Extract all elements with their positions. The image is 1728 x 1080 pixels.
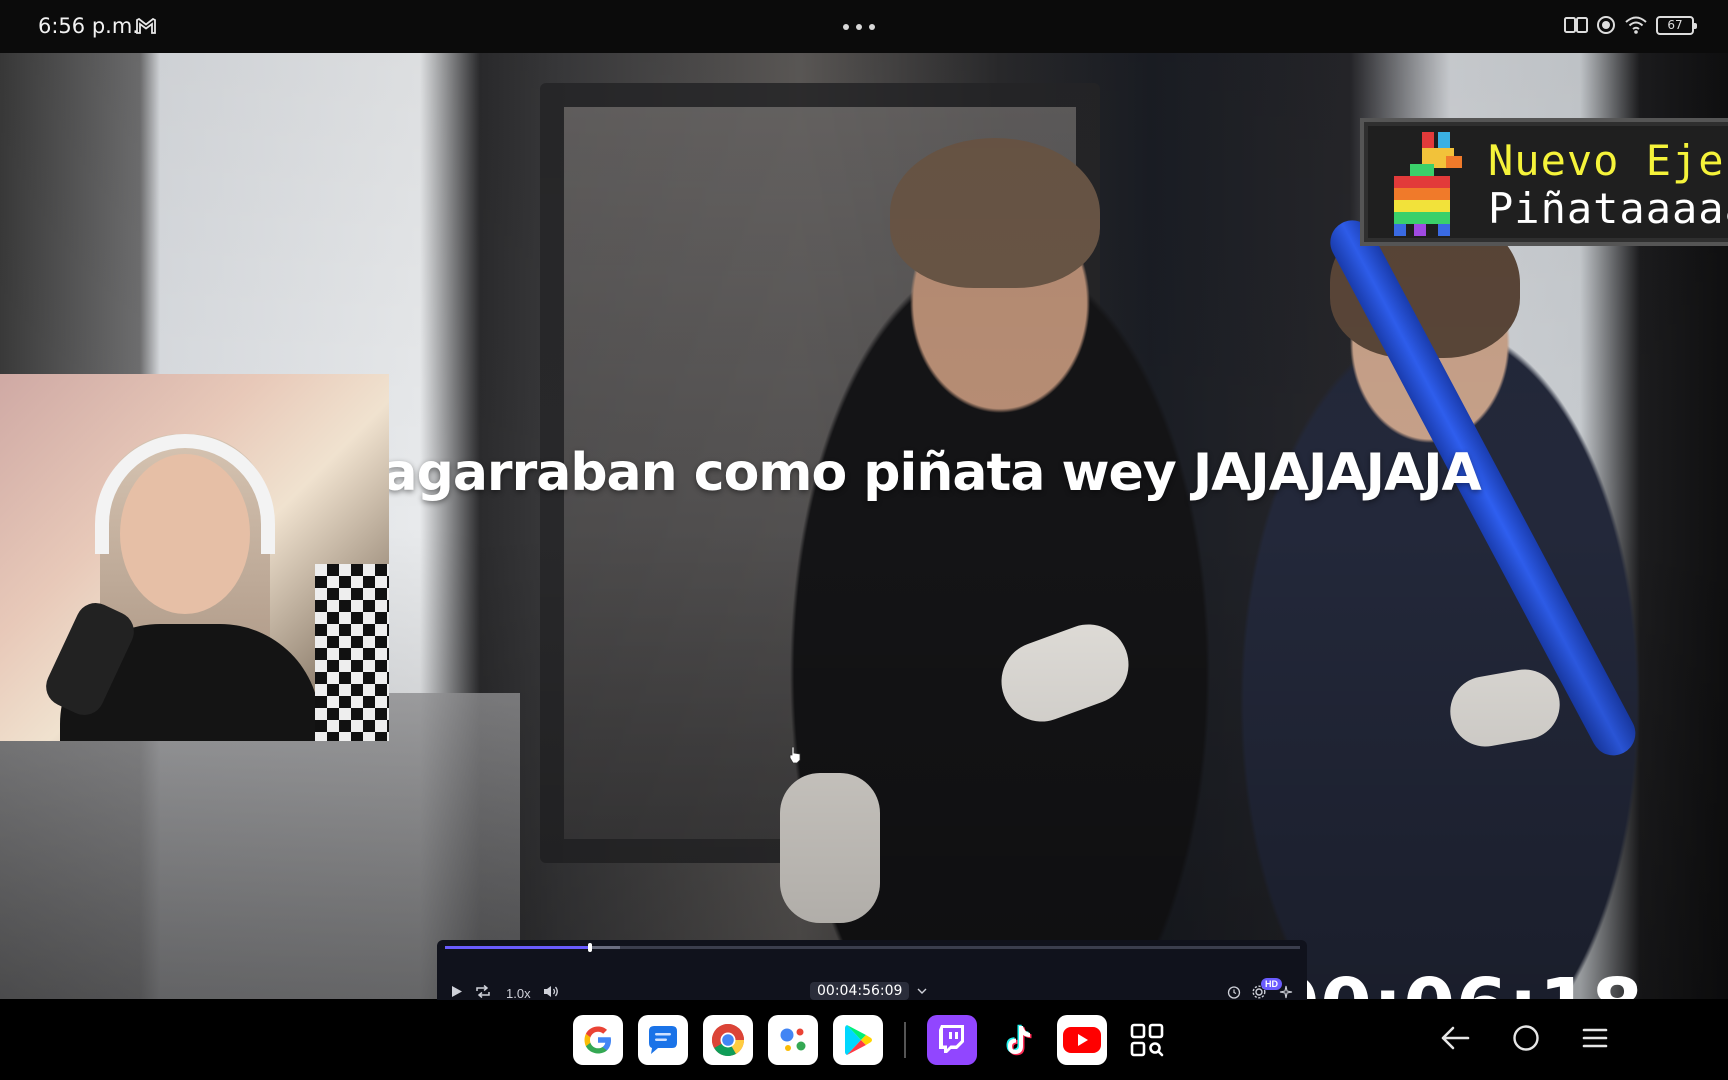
assistant-icon <box>780 1028 806 1051</box>
battery-icon: 67 <box>1656 15 1697 35</box>
achievement-toast: Nuevo Ejer Piñataaaaaa <box>1360 118 1728 246</box>
achievement-title: Nuevo Ejer <box>1488 136 1728 185</box>
app-dock <box>573 1015 1172 1065</box>
youtube-icon <box>1063 1027 1101 1053</box>
battery-level: 67 <box>1667 17 1683 32</box>
status-icons: 67 <box>1564 15 1697 35</box>
tiktok-icon <box>1006 1024 1032 1056</box>
back-arrow-icon[interactable] <box>1440 1025 1470 1051</box>
streamer-webcam <box>0 374 389 741</box>
record-icon <box>1597 16 1615 34</box>
home-circle-icon[interactable] <box>1512 1024 1540 1052</box>
status-time: 6:56 p.m. <box>38 14 139 38</box>
volume-icon[interactable] <box>543 985 559 998</box>
chrome-app[interactable] <box>703 1015 753 1065</box>
google-app[interactable] <box>573 1015 623 1065</box>
qr-scanner-icon <box>1130 1023 1164 1057</box>
more-options-dots[interactable] <box>843 24 875 30</box>
recent-apps-menu-icon[interactable] <box>1582 1027 1608 1049</box>
current-time[interactable]: 00:04:56:09 <box>810 982 910 1000</box>
video-player[interactable]: La agarraban como piñata wey JAJAJAJAJA … <box>0 53 1728 999</box>
scanner-app[interactable] <box>1122 1015 1172 1065</box>
reader-mode-icon <box>1564 17 1588 33</box>
pinata-icon <box>1394 132 1462 236</box>
chrome-icon <box>711 1023 745 1057</box>
messages-app[interactable] <box>638 1015 688 1065</box>
player-controls: 1.0x 00:04:56:09 HD <box>437 940 1307 1001</box>
google-icon <box>584 1026 611 1054</box>
status-bar: 6:56 p.m. 67 <box>0 0 1728 53</box>
play-icon[interactable] <box>451 985 463 998</box>
tiktok-app[interactable] <box>992 1015 1042 1065</box>
dock-divider <box>904 1022 906 1058</box>
headphones <box>95 434 275 554</box>
timer-icon[interactable] <box>1227 985 1241 999</box>
gmail-icon <box>136 18 156 34</box>
sparkle-icon[interactable] <box>1279 985 1293 999</box>
play-store-app[interactable] <box>833 1015 883 1065</box>
twitch-app[interactable] <box>927 1015 977 1065</box>
assistant-app[interactable] <box>768 1015 818 1065</box>
seek-handle[interactable] <box>588 943 593 952</box>
seek-bar[interactable] <box>445 943 1300 952</box>
play-store-icon <box>845 1025 872 1055</box>
chevron-down-icon[interactable] <box>917 987 927 995</box>
twitch-icon <box>939 1025 964 1053</box>
wifi-icon <box>1625 16 1647 34</box>
messages-icon <box>649 1026 677 1054</box>
checkered-chair <box>315 564 389 741</box>
youtube-app[interactable] <box>1057 1015 1107 1065</box>
navigation-bar <box>1440 1024 1608 1052</box>
seek-progress <box>445 946 591 949</box>
playback-speed[interactable]: 1.0x <box>506 986 531 1001</box>
loop-icon[interactable] <box>475 985 491 998</box>
taskbar <box>0 1000 1728 1080</box>
achievement-text: Piñataaaaaa <box>1488 184 1728 233</box>
cursor-icon <box>789 746 801 764</box>
